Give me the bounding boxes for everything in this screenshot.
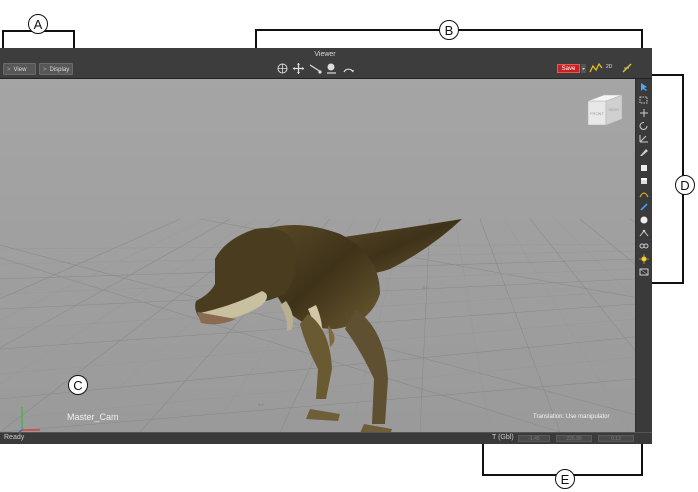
zoom-icon[interactable]	[325, 62, 338, 75]
mode-2d-label[interactable]: 2D	[606, 64, 612, 70]
chevron-right-icon: >	[43, 67, 47, 73]
y-coordinate-field[interactable]: 226.99	[556, 435, 592, 442]
z-coordinate-field[interactable]: 0.13	[598, 435, 634, 442]
snap-curve-icon[interactable]	[589, 62, 603, 74]
camera-name: Master_Cam	[67, 412, 119, 422]
view-cube-right-label: RIGHT	[609, 108, 621, 112]
save-button[interactable]: Save	[557, 64, 580, 73]
pencil-icon[interactable]	[621, 62, 634, 74]
viewer-header: > View > Display Viewer Save 2D	[0, 48, 652, 79]
pan-icon[interactable]	[292, 62, 305, 75]
joint-icon[interactable]	[638, 228, 650, 238]
tools-toolbar	[636, 79, 652, 432]
sphere-icon[interactable]	[638, 215, 650, 225]
svg-text:0.0: 0.0	[423, 285, 429, 290]
display-button[interactable]: > Display	[39, 63, 73, 75]
view-cube-front-label: FRONT	[590, 111, 604, 116]
chevron-right-icon: >	[7, 67, 11, 73]
callout-d: D	[675, 175, 695, 195]
rotate-icon[interactable]	[638, 121, 650, 131]
box-icon[interactable]	[638, 163, 650, 173]
view-cube[interactable]: FRONT RIGHT	[584, 89, 626, 129]
scale-icon[interactable]	[638, 134, 650, 144]
camera-frame-icon[interactable]	[638, 267, 650, 277]
3d-viewport[interactable]: 0.0 0.0 FRONT RIGHT C Master_Cam Transla…	[0, 79, 635, 432]
callout-c: C	[68, 375, 88, 395]
coordinate-mode[interactable]: T (Gbl)	[492, 434, 514, 441]
roll-icon[interactable]	[342, 62, 355, 75]
save-dropdown-icon[interactable]	[581, 64, 586, 73]
display-button-label: Display	[49, 67, 70, 73]
callout-a: A	[28, 14, 48, 34]
cube-icon[interactable]	[638, 176, 650, 186]
viewer-window: > View > Display Viewer Save 2D 0.0 0.0 …	[0, 48, 652, 444]
callout-e: E	[555, 469, 575, 489]
view-button-label: View	[13, 67, 27, 73]
dolly-icon[interactable]	[309, 62, 322, 75]
pen-tool-icon[interactable]	[638, 202, 650, 212]
translation-hint: Translation: Use manipulator	[533, 414, 610, 420]
curve-icon[interactable]	[638, 189, 650, 199]
rectangle-select-icon[interactable]	[638, 95, 650, 105]
status-bar: Ready T (Gbl) -1.45 226.99 0.13	[0, 432, 652, 444]
orbit-icon[interactable]	[276, 62, 289, 75]
x-coordinate-field[interactable]: -1.45	[518, 435, 550, 442]
axis-triad	[18, 407, 40, 432]
paint-brush-icon[interactable]	[638, 147, 650, 157]
view-button[interactable]: > View	[3, 63, 36, 75]
chain-icon[interactable]	[638, 241, 650, 251]
move-icon[interactable]	[638, 108, 650, 118]
callout-b: B	[439, 20, 459, 40]
ground-grid: 0.0 0.0	[0, 218, 635, 432]
light-icon[interactable]	[638, 254, 650, 264]
select-arrow-icon[interactable]	[638, 82, 650, 92]
status-text: Ready	[4, 434, 25, 441]
svg-text:0.0: 0.0	[258, 402, 264, 407]
viewer-title: Viewer	[314, 51, 336, 58]
